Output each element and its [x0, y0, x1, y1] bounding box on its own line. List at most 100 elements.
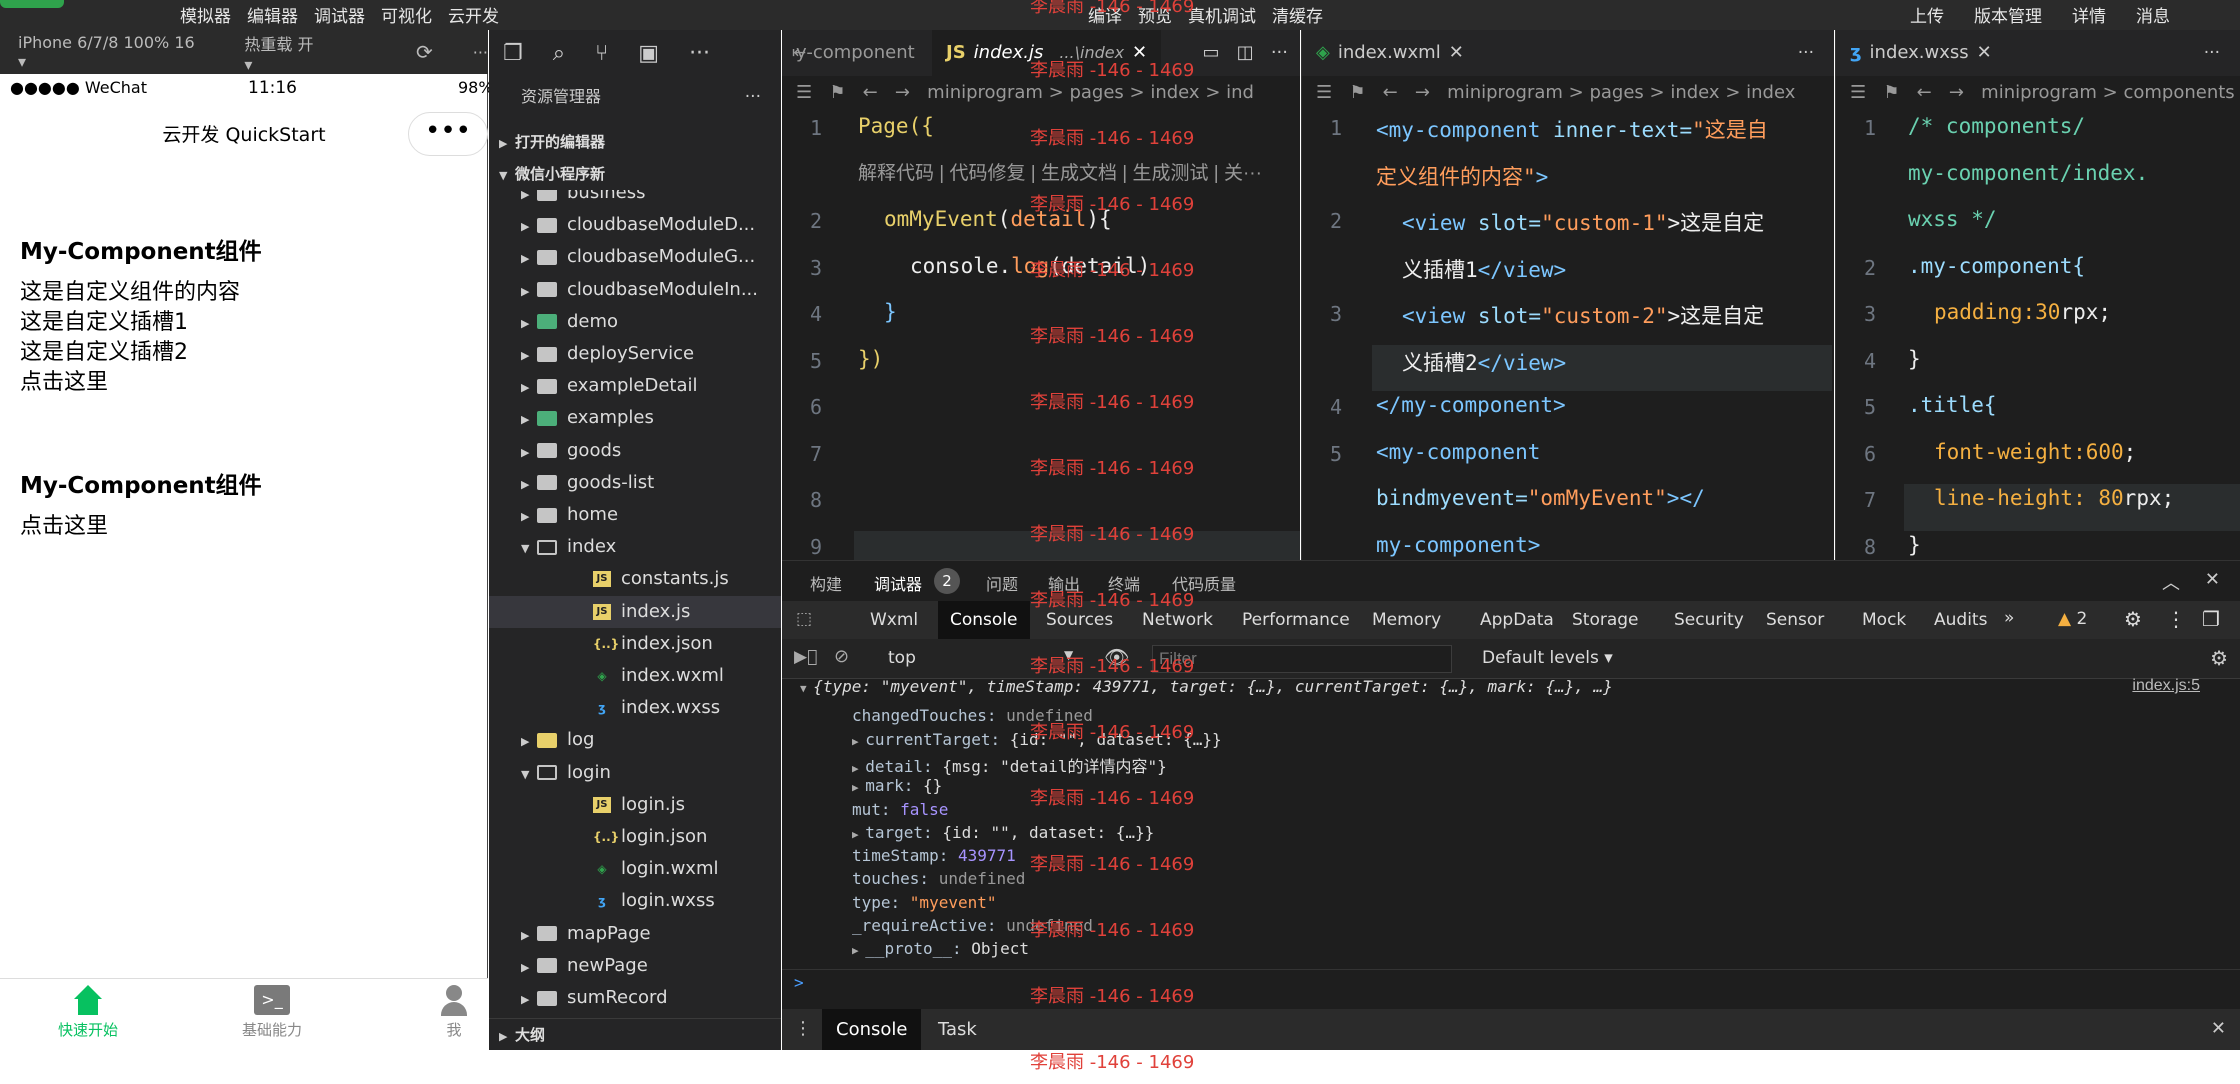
code-area[interactable]: 1 /* components/my-component/index. wxss *…	[1836, 110, 2240, 560]
console-line[interactable]: ▶ detail: {msg: "detail的详情内容"}	[852, 753, 1167, 777]
editor-more-button[interactable]: ···	[2204, 30, 2220, 76]
close-drawer-icon[interactable]: ✕	[2211, 1018, 2226, 1039]
git-icon[interactable]: ⑂	[595, 41, 608, 66]
log-levels-select[interactable]: Default levels ▾	[1482, 648, 1613, 668]
explorer-more-button[interactable]: ···	[745, 76, 761, 118]
tree-item[interactable]: ◈ login.wxml	[489, 853, 781, 885]
console-line[interactable]: ▶ mark: {}	[852, 776, 942, 795]
devtools-tab-performance[interactable]: Performance	[1230, 601, 1362, 639]
menu-item[interactable]: 模拟器	[180, 2, 231, 27]
breadcrumb-item[interactable]: components	[2123, 82, 2234, 103]
tree-item[interactable]: ▶ business	[489, 190, 781, 209]
tree-item[interactable]: ▶ goods	[489, 435, 781, 467]
devtools-tab-storage[interactable]: Storage	[1560, 601, 1651, 639]
devtools-tab-sources[interactable]: Sources	[1034, 601, 1125, 639]
tree-item[interactable]: ▶ cloudbaseModuleG...	[489, 241, 781, 273]
forward-icon[interactable]: →	[895, 82, 910, 103]
tree-item[interactable]: ▶ deployService	[489, 338, 781, 370]
devtools-tab-network[interactable]: Network	[1130, 601, 1225, 639]
tree-item[interactable]: ▶ cloudbaseModuleD...	[489, 209, 781, 241]
tree-item[interactable]: ▶ log	[489, 724, 781, 756]
tab-index-wxml[interactable]: ◈ index.wxml ✕	[1302, 30, 1478, 76]
drawer-tab-console[interactable]: Console	[822, 1009, 922, 1051]
codelens[interactable]: 解释代码 | 代码修复 | 生成文档 | 生成测试 | 关···	[858, 158, 1262, 185]
tree-item[interactable]: ◈ index.wxml	[489, 660, 781, 692]
menu-item[interactable]: 可视化	[381, 2, 432, 27]
sidebar-toggle-icon[interactable]: ▶⃞	[794, 647, 817, 667]
breadcrumb-item[interactable]: ind	[1226, 82, 1254, 103]
devtools-tab-appdata[interactable]: AppData	[1468, 601, 1566, 639]
eye-icon[interactable]: 👁	[1104, 645, 1129, 669]
breadcrumb-item[interactable]: pages	[1069, 82, 1123, 103]
tree-item[interactable]: JS index.js	[489, 595, 781, 628]
tab-my-component[interactable]: y-component	[782, 30, 929, 76]
back-icon[interactable]: ←	[863, 82, 878, 103]
devtools-tab-sensor[interactable]: Sensor	[1754, 601, 1836, 639]
breadcrumb-item[interactable]: index	[1746, 82, 1795, 103]
editor-more-button[interactable]: ···	[1271, 42, 1288, 63]
bookmark-icon[interactable]: ⚑	[1883, 82, 1899, 103]
tree-item[interactable]: ▶ exampleDetail	[489, 370, 781, 402]
breadcrumb-item[interactable]: miniprogram	[1981, 82, 2097, 103]
code-area[interactable]: 1 <my-component inner-text="这是自 定义组件的内容"> 2…	[1302, 110, 1834, 560]
forward-icon[interactable]: →	[1415, 82, 1430, 103]
more-tabs-button[interactable]: »	[2004, 608, 2014, 628]
files-icon[interactable]: ❐	[503, 41, 523, 66]
code-area[interactable]: 1 Page({2 omMyEvent(detail){3 console.log(d…	[782, 110, 1300, 560]
debug-tab-0[interactable]: 构建	[810, 571, 842, 595]
debug-tab-1[interactable]: 调试器	[874, 571, 923, 605]
devtools-tab-memory[interactable]: Memory	[1360, 601, 1453, 639]
simulator-more-button[interactable]: ···	[473, 43, 488, 62]
toolbar-item[interactable]: 清缓存	[1272, 2, 1323, 27]
tab-basic[interactable]: >_ 基础能力	[212, 979, 332, 1040]
header-link[interactable]: 消息	[2136, 2, 2170, 27]
menu-item[interactable]: 调试器	[314, 2, 365, 27]
list-icon[interactable]: ☰	[1316, 82, 1332, 103]
tree-item[interactable]: {..}login.json	[489, 821, 781, 853]
context-select[interactable]: top	[888, 648, 916, 668]
debug-tab-4[interactable]: 终端	[1108, 571, 1140, 595]
toolbar-item[interactable]: 预览	[1138, 2, 1172, 27]
tree-item[interactable]: ▶ examples	[489, 402, 781, 434]
header-link[interactable]: 上传	[1910, 2, 1944, 27]
extensions-icon[interactable]: ▣	[638, 41, 659, 66]
close-panel-icon[interactable]: ✕	[2205, 569, 2220, 590]
tree-item[interactable]: JS login.js	[489, 789, 781, 821]
breadcrumb-item[interactable]: index	[1670, 82, 1719, 103]
tree-item[interactable]: JS constants.js	[489, 563, 781, 595]
header-link[interactable]: 详情	[2072, 2, 2106, 27]
split-editor-icon[interactable]: ◫	[1237, 42, 1254, 63]
tree-item[interactable]: ▶ demo	[489, 306, 781, 338]
component-text[interactable]: 点击这里	[20, 508, 108, 540]
devtools-tab-console[interactable]: Console	[938, 601, 1030, 639]
console-line[interactable]: ▶ currentTarget: {id: "", dataset: {…}}	[852, 730, 1222, 749]
comment-icon[interactable]: ▭	[1202, 42, 1219, 63]
drawer-menu-icon[interactable]: ⋮	[794, 1018, 812, 1039]
search-icon[interactable]: ⌕	[553, 41, 565, 66]
more-icon[interactable]: ···	[689, 41, 710, 66]
tab-quickstart[interactable]: 快速开始	[28, 979, 148, 1040]
breadcrumb-item[interactable]: index	[1150, 82, 1199, 103]
tree-item[interactable]: ▼ login	[489, 757, 781, 789]
tree-item[interactable]: ▼ index	[489, 531, 781, 563]
device-select[interactable]: iPhone 6/7/8 100% 16 ▾	[18, 33, 206, 71]
source-link[interactable]: index.js:5	[2132, 677, 2200, 695]
dock-icon[interactable]: ❐	[2202, 607, 2220, 631]
list-icon[interactable]: ☰	[796, 82, 812, 103]
warning-count[interactable]: ▲ 2	[2058, 609, 2087, 629]
tree-item[interactable]: ▶ home	[489, 499, 781, 531]
tree-item[interactable]: ▶ goods-list	[489, 467, 781, 499]
refresh-icon[interactable]: ⟳	[416, 40, 433, 64]
debug-tab-3[interactable]: 输出	[1048, 571, 1080, 595]
tree-item[interactable]: ʒ index.wxss	[489, 692, 781, 724]
breadcrumb-item[interactable]: miniprogram	[1447, 82, 1563, 103]
capsule-menu-button[interactable]: •••	[408, 112, 488, 156]
component-text[interactable]: 点击这里	[20, 364, 108, 396]
drawer-tab-task[interactable]: Task	[928, 1009, 987, 1051]
header-link[interactable]: 版本管理	[1974, 2, 2042, 27]
console-line[interactable]: ▶ __proto__: Object	[852, 939, 1029, 958]
toolbar-item[interactable]: 真机调试	[1188, 2, 1256, 27]
section-project[interactable]: ▼ 微信小程序新	[489, 158, 781, 190]
tree-item[interactable]: ▶ newPage	[489, 950, 781, 982]
close-icon[interactable]: ✕	[1977, 42, 1992, 63]
